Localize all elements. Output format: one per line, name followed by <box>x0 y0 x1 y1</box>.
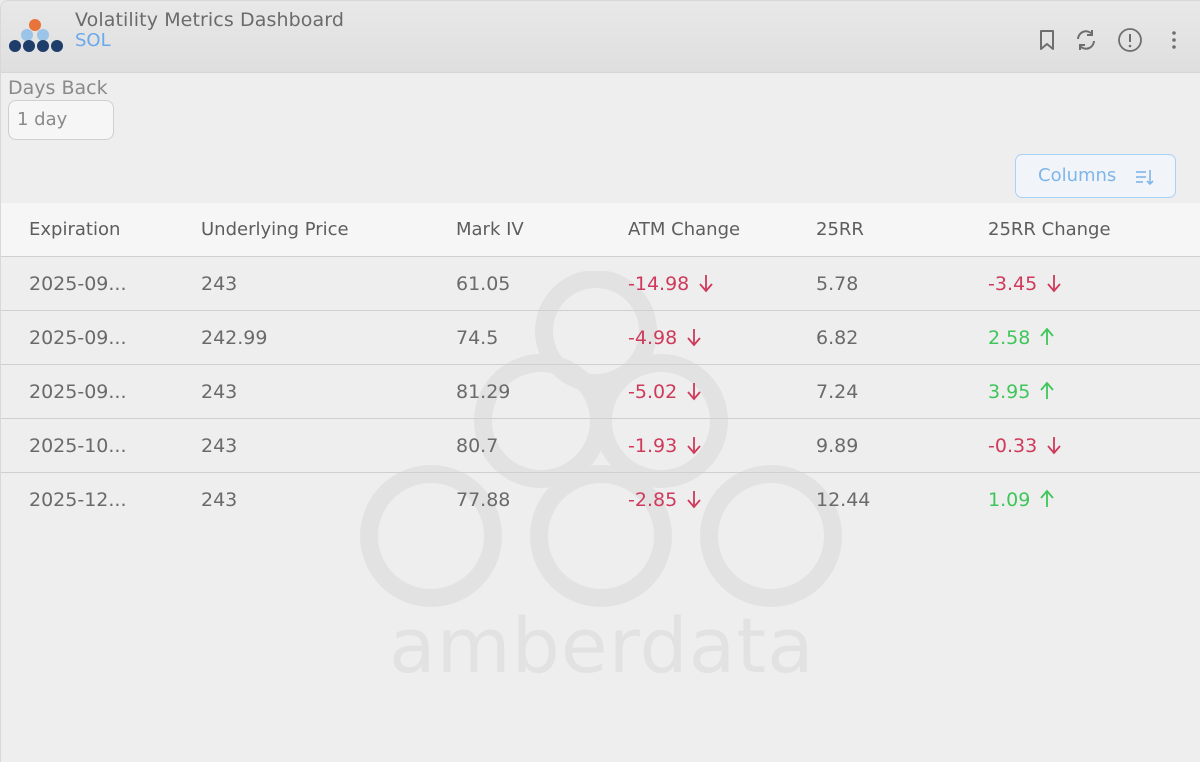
columns-button[interactable]: Columns <box>1015 154 1176 198</box>
table-row[interactable]: 2025-09... 242.99 74.5 -4.98 6.82 2.58 <box>1 311 1200 365</box>
cell-mark-iv: 81.29 <box>456 381 511 403</box>
sort-columns-icon <box>1136 170 1154 186</box>
arrow-down-icon <box>686 327 702 347</box>
volatility-table: Expiration Underlying Price Mark IV ATM … <box>1 203 1200 527</box>
days-back-select[interactable]: 1 day <box>8 100 114 140</box>
cell-mark-iv: 74.5 <box>456 327 499 349</box>
widget-header: Volatility Metrics Dashboard SOL <box>1 1 1200 73</box>
table-header: Expiration Underlying Price Mark IV ATM … <box>1 203 1200 257</box>
cell-mark-iv: 77.88 <box>456 489 511 511</box>
cell-25rr-change: 3.95 <box>988 381 1055 403</box>
cell-25rr: 9.89 <box>816 435 859 457</box>
cell-expiration: 2025-09... <box>29 381 127 403</box>
cell-underlying-price: 242.99 <box>201 327 268 349</box>
dashboard-panel: Volatility Metrics Dashboard SOL Days Ba… <box>0 0 1200 762</box>
cell-25rr-change: -3.45 <box>988 273 1062 295</box>
table-row[interactable]: 2025-10... 243 80.7 -1.93 9.89 -0.33 <box>1 419 1200 473</box>
asset-symbol: SOL <box>75 30 111 51</box>
cell-atm-change: -5.02 <box>628 381 702 403</box>
arrow-up-icon <box>1039 327 1055 347</box>
table-body: 2025-09... 243 61.05 -14.98 5.78 -3.45 2025-09… <box>1 257 1200 527</box>
table-row[interactable]: 2025-09... 243 81.29 -5.02 7.24 3.95 <box>1 365 1200 419</box>
header-25rr[interactable]: 25RR <box>816 219 864 240</box>
dashboard-title: Volatility Metrics Dashboard <box>75 9 344 31</box>
cell-mark-iv: 61.05 <box>456 273 511 295</box>
cell-25rr-change: -0.33 <box>988 435 1062 457</box>
info-icon[interactable] <box>1117 27 1143 53</box>
cell-expiration: 2025-12... <box>29 489 127 511</box>
atm-change-value: -4.98 <box>628 327 678 349</box>
atm-change-value: -5.02 <box>628 381 678 403</box>
cell-25rr: 12.44 <box>816 489 871 511</box>
arrow-up-icon <box>1039 381 1055 401</box>
watermark-text: amberdata <box>389 601 815 690</box>
cell-25rr: 6.82 <box>816 327 859 349</box>
cell-underlying-price: 243 <box>201 381 238 403</box>
header-underlying-price[interactable]: Underlying Price <box>201 219 349 240</box>
atm-change-value: -1.93 <box>628 435 678 457</box>
header-expiration[interactable]: Expiration <box>29 219 120 240</box>
columns-button-label: Columns <box>1038 165 1117 186</box>
cell-25rr-change: 1.09 <box>988 489 1055 511</box>
atm-change-value: -14.98 <box>628 273 690 295</box>
more-vertical-icon[interactable] <box>1161 27 1187 53</box>
table-row[interactable]: 2025-12... 243 77.88 -2.85 12.44 1.09 <box>1 473 1200 527</box>
cell-underlying-price: 243 <box>201 489 238 511</box>
cell-expiration: 2025-09... <box>29 327 127 349</box>
cell-mark-iv: 80.7 <box>456 435 499 457</box>
rr25-change-value: -0.33 <box>988 435 1038 457</box>
header-atm-change[interactable]: ATM Change <box>628 219 740 240</box>
arrow-down-icon <box>686 489 702 509</box>
rr25-change-value: 2.58 <box>988 327 1031 349</box>
cell-25rr: 7.24 <box>816 381 859 403</box>
cell-25rr: 5.78 <box>816 273 859 295</box>
header-25rr-change[interactable]: 25RR Change <box>988 219 1111 240</box>
cell-atm-change: -2.85 <box>628 489 702 511</box>
arrow-down-icon <box>698 273 714 293</box>
table-row[interactable]: 2025-09... 243 61.05 -14.98 5.78 -3.45 <box>1 257 1200 311</box>
arrow-down-icon <box>1046 435 1062 455</box>
app-logo-icon <box>9 19 63 52</box>
header-mark-iv[interactable]: Mark IV <box>456 219 524 240</box>
cell-expiration: 2025-10... <box>29 435 127 457</box>
bookmark-icon[interactable] <box>1034 27 1060 53</box>
cell-atm-change: -4.98 <box>628 327 702 349</box>
cell-atm-change: -1.93 <box>628 435 702 457</box>
refresh-icon[interactable] <box>1073 27 1099 53</box>
arrow-down-icon <box>1046 273 1062 293</box>
rr25-change-value: 1.09 <box>988 489 1031 511</box>
rr25-change-value: -3.45 <box>988 273 1038 295</box>
atm-change-value: -2.85 <box>628 489 678 511</box>
cell-underlying-price: 243 <box>201 273 238 295</box>
arrow-down-icon <box>686 381 702 401</box>
cell-25rr-change: 2.58 <box>988 327 1055 349</box>
cell-atm-change: -14.98 <box>628 273 714 295</box>
arrow-up-icon <box>1039 489 1055 509</box>
rr25-change-value: 3.95 <box>988 381 1031 403</box>
days-back-label: Days Back <box>8 77 108 99</box>
arrow-down-icon <box>686 435 702 455</box>
cell-expiration: 2025-09... <box>29 273 127 295</box>
cell-underlying-price: 243 <box>201 435 238 457</box>
